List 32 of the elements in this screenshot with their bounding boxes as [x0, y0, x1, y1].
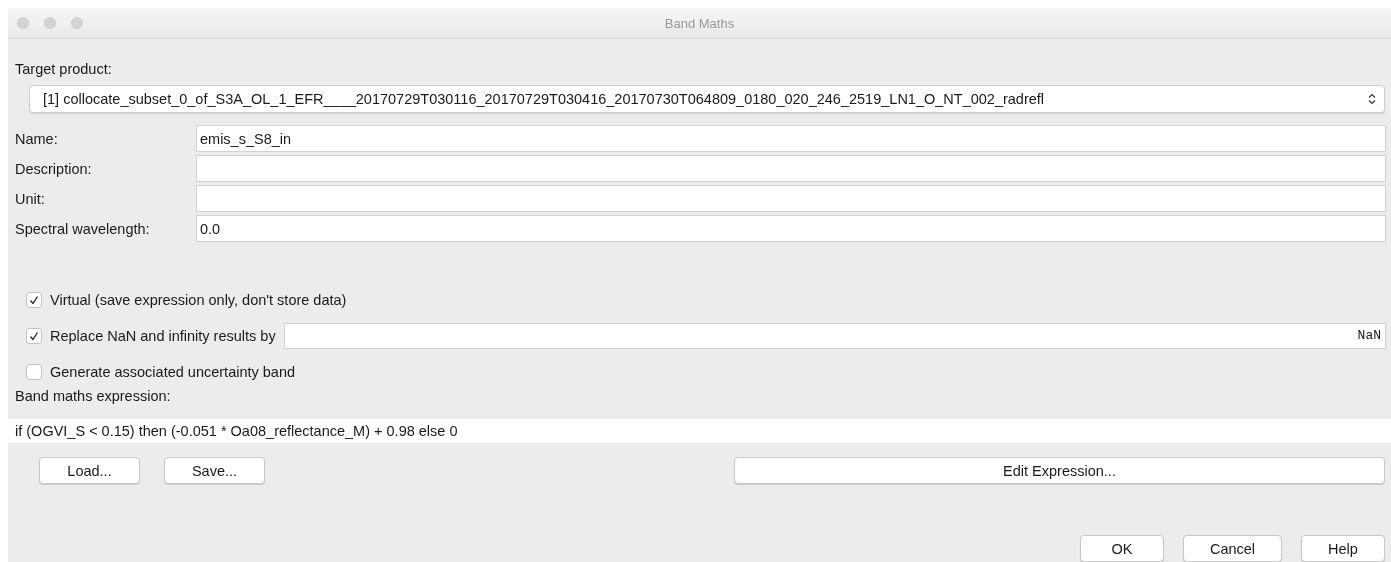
window-title: Band Maths: [664, 15, 735, 31]
edit-expression-button[interactable]: Edit Expression...: [734, 457, 1385, 484]
checkbox[interactable]: [26, 291, 42, 308]
expression-label: Band maths expression:: [15, 388, 171, 404]
field-label: Spectral wavelength:: [15, 220, 150, 237]
checkbox[interactable]: [26, 363, 42, 380]
expression-field[interactable]: if (OGVI_S < 0.15) then (-0.051 * Oa08_reflectance_M) + 0.98 else 0: [8, 419, 1391, 443]
checkbox[interactable]: [26, 327, 42, 344]
replacement-value-field[interactable]: NaN: [283, 322, 1386, 349]
dialog-button[interactable]: OK: [1080, 535, 1164, 562]
dialog-button[interactable]: Help: [1301, 535, 1385, 562]
checkbox-label: Replace NaN and infinity results by: [50, 327, 276, 344]
checkbox-label: Generate associated uncertainty band: [50, 363, 296, 380]
input-field[interactable]: [196, 155, 1386, 182]
target-product-dropdown[interactable]: [1] collocate_subset_0_of_S3A_OL_1_EFR____20170729T030116_20170729T030416_20170730T064809_0180_020_246_2519_LN1_O_NT_002_radrefl: [29, 85, 1385, 113]
check-icon: [28, 329, 40, 342]
file-button[interactable]: Save...: [164, 457, 265, 484]
field-label: Unit:: [15, 190, 45, 207]
target-product-label: Target product:: [15, 61, 112, 77]
input-field[interactable]: [196, 185, 1386, 212]
file-button[interactable]: Load...: [39, 457, 140, 484]
minimize-button[interactable]: [44, 17, 56, 29]
close-button[interactable]: [17, 17, 29, 29]
input-field[interactable]: 0.0: [196, 215, 1386, 242]
chevron-icon: [1368, 93, 1376, 105]
dialog-button[interactable]: Cancel: [1183, 535, 1282, 562]
zoom-button[interactable]: [71, 17, 83, 29]
input-field[interactable]: emis_s_S8_in: [196, 125, 1386, 152]
field-label: Name:: [15, 130, 58, 147]
check-icon: [28, 293, 40, 306]
field-label: Description:: [15, 160, 92, 177]
checkbox-label: Virtual (save expression only, don't store data): [50, 291, 347, 308]
